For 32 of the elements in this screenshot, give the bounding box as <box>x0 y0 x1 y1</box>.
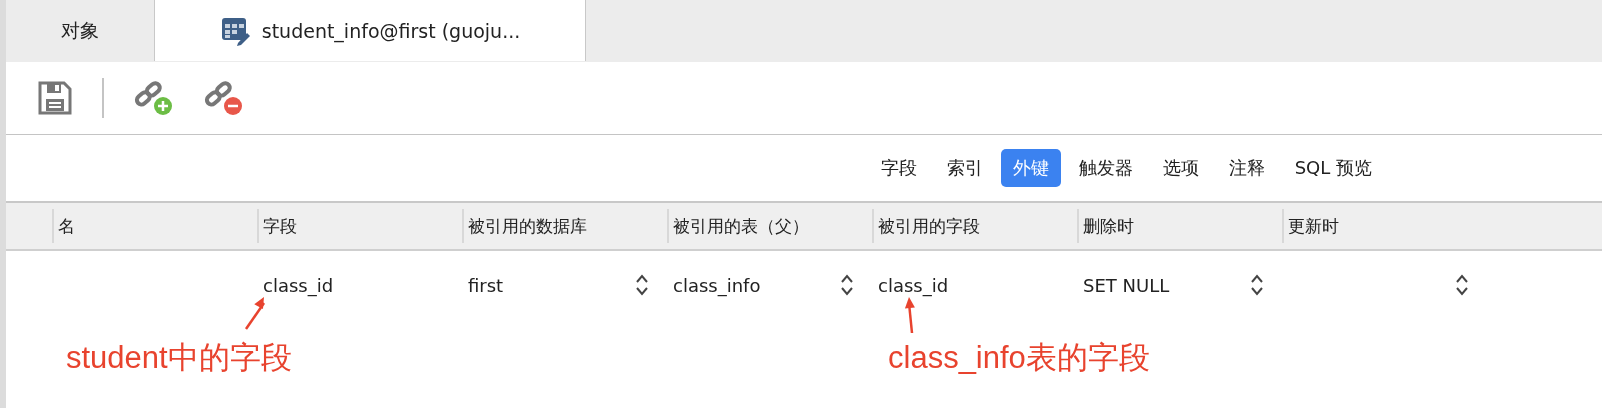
column-header[interactable]: 被引用的表（父） <box>667 209 872 243</box>
annotation-text: student中的字段 <box>66 339 292 377</box>
section-tab[interactable]: 选项 <box>1150 149 1211 187</box>
section-tab[interactable]: 索引 <box>934 149 995 187</box>
stepper-icon <box>635 273 649 297</box>
section-tab[interactable]: 字段 <box>868 149 929 187</box>
column-header[interactable]: 被引用的字段 <box>872 209 1077 243</box>
add-link-icon[interactable] <box>134 80 174 116</box>
column-header[interactable]: 删除时 <box>1077 209 1282 243</box>
document-tab[interactable]: student_info@first (guoju... <box>155 0 586 61</box>
section-tab[interactable]: SQL 预览 <box>1282 149 1384 187</box>
table-edit-icon <box>219 15 250 46</box>
remove-link-icon[interactable] <box>204 80 244 116</box>
table-cell: class_id <box>878 274 949 296</box>
dropdown[interactable]: SET NULL <box>1083 272 1264 298</box>
save-icon[interactable] <box>38 81 72 115</box>
dropdown[interactable]: first <box>468 272 649 298</box>
section-tab[interactable]: 触发器 <box>1066 149 1145 187</box>
column-header[interactable]: 字段 <box>257 209 462 243</box>
annotation-text: class_info表的字段 <box>888 339 1150 377</box>
table-cell: class_id <box>263 274 334 296</box>
column-header[interactable]: 名 <box>52 209 257 243</box>
section-tab[interactable]: 外键 <box>1000 149 1061 187</box>
stepper-icon <box>1250 273 1264 297</box>
stepper-icon <box>1455 273 1469 297</box>
stepper-icon <box>840 273 854 297</box>
annotation-arrow <box>244 297 266 330</box>
section-tab[interactable]: 注释 <box>1216 149 1277 187</box>
column-header[interactable]: 更新时 <box>1282 209 1487 243</box>
annotation-arrow <box>904 297 915 334</box>
column-header[interactable]: 被引用的数据库 <box>462 209 667 243</box>
dropdown[interactable]: class_info <box>673 272 854 298</box>
